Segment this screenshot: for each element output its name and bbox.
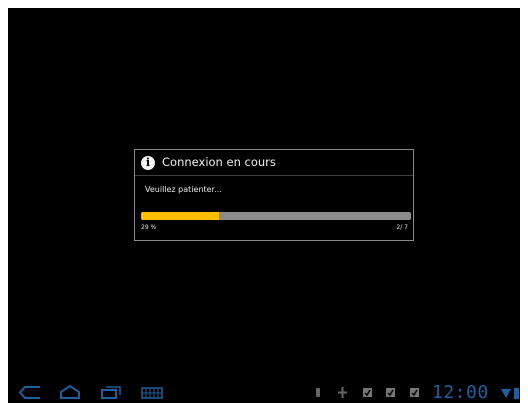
progress-fill [141,212,220,220]
progress-percent: 29 % [141,224,157,231]
back-icon[interactable] [18,385,42,400]
screen: i Connexion en cours Veuillez patienter.… [8,8,520,403]
home-icon[interactable] [58,385,82,400]
info-icon: i [141,156,155,170]
dialog-message: Veuillez patienter... [145,185,222,194]
notification-icon [386,388,395,397]
notification-icon [410,388,419,397]
keyboard-icon[interactable] [140,385,164,400]
usb-icon [316,388,320,397]
dialog-header: i Connexion en cours [135,150,413,176]
wifi-icon [501,389,511,398]
recent-apps-icon[interactable] [100,385,122,400]
system-bar: 12:00 [8,381,520,403]
progress-bar [141,212,411,220]
usb-debug-icon [338,387,347,398]
battery-icon [514,388,519,399]
clock[interactable]: 12:00 [432,382,489,403]
progress-dialog: i Connexion en cours Veuillez patienter.… [134,149,414,241]
dialog-title: Connexion en cours [162,155,276,169]
notification-icon [363,388,372,397]
progress-count: 2/ 7 [396,224,408,231]
